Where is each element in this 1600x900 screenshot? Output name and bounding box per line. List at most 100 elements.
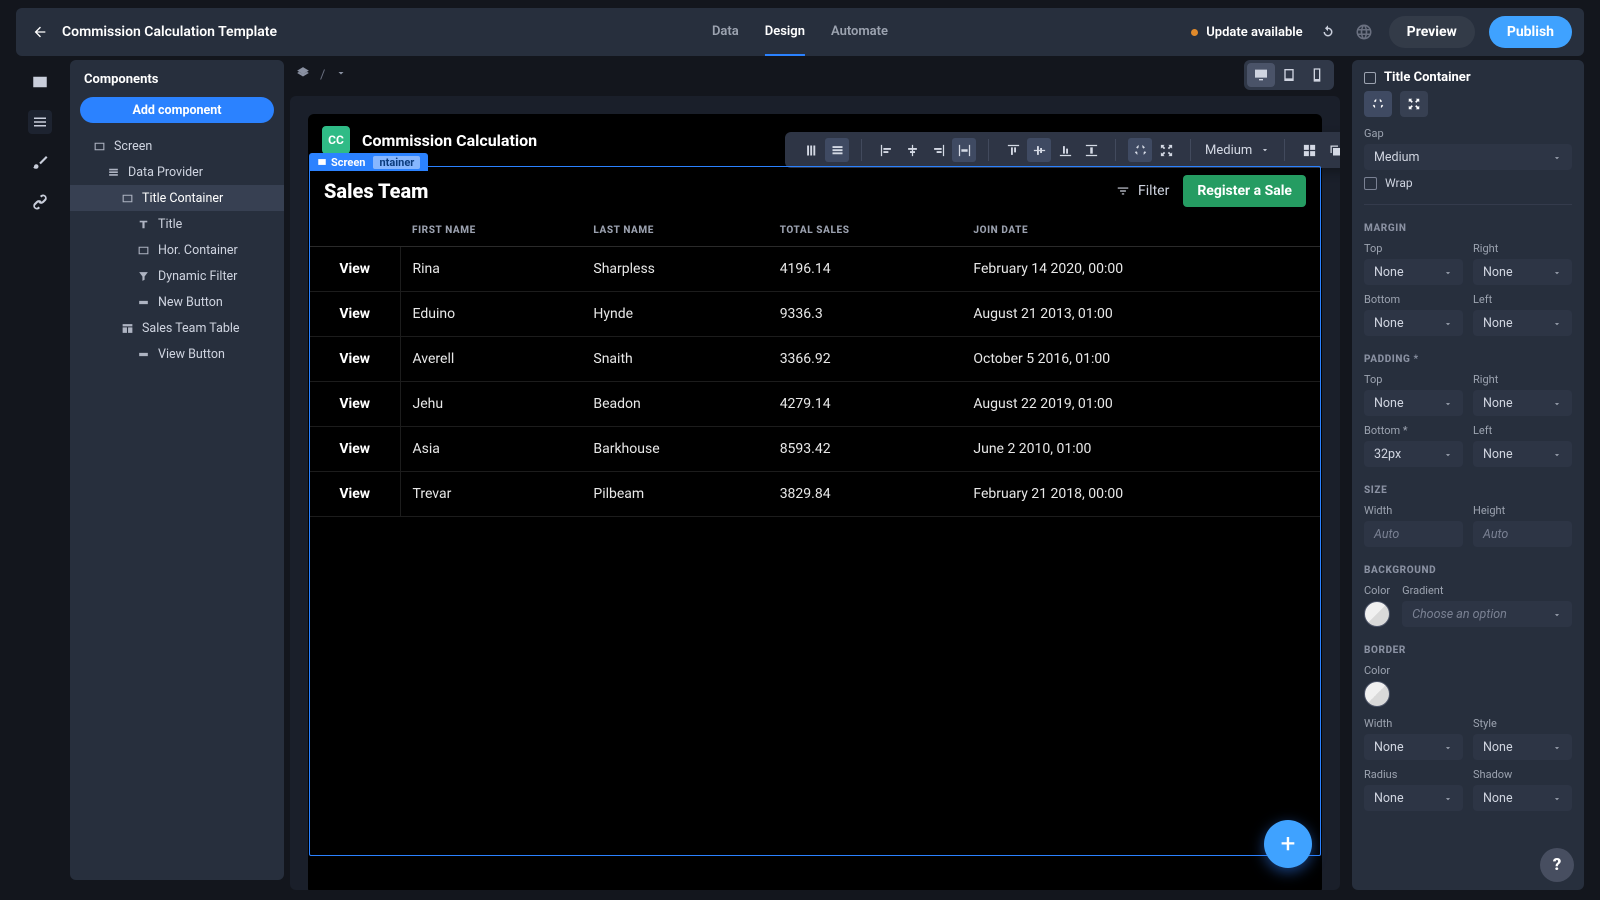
selection-tag[interactable]: Screen ntainer xyxy=(309,153,428,171)
cell-join-date: October 5 2016, 01:00 xyxy=(961,337,1320,382)
tree-node[interactable]: New Button xyxy=(70,289,284,315)
grid-button[interactable] xyxy=(1297,138,1321,162)
breadcrumb-root[interactable] xyxy=(296,66,310,84)
canvas-wrap[interactable]: CC Commission Calculation xyxy=(290,96,1340,890)
view-button[interactable]: View xyxy=(310,292,400,337)
tree-node[interactable]: Sales Team Table xyxy=(70,315,284,341)
v-align-middle-button[interactable] xyxy=(1027,138,1051,162)
border-style-select[interactable]: None xyxy=(1473,734,1572,760)
title-container[interactable]: Sales Team Filter Register a Sale xyxy=(310,167,1320,215)
padding-top-select[interactable]: None xyxy=(1364,390,1463,416)
tool-rail xyxy=(16,62,64,882)
tab-design[interactable]: Design xyxy=(765,8,805,56)
tree-node[interactable]: Title xyxy=(70,211,284,237)
gap-label: Gap xyxy=(1364,127,1572,140)
preview-button[interactable]: Preview xyxy=(1389,16,1475,48)
refresh-button[interactable] xyxy=(1317,21,1339,43)
table-row[interactable]: ViewAsiaBarkhouse8593.42June 2 2010, 01:… xyxy=(310,427,1320,472)
tree-node[interactable]: View Button xyxy=(70,341,284,367)
publish-button[interactable]: Publish xyxy=(1489,16,1572,48)
margin-left-select[interactable]: None xyxy=(1473,310,1572,336)
direction-row-button[interactable] xyxy=(799,138,823,162)
rail-theme[interactable] xyxy=(28,150,52,174)
bg-gradient-select[interactable]: Choose an option xyxy=(1402,601,1572,627)
view-button[interactable]: View xyxy=(310,337,400,382)
padding-left-label: Left xyxy=(1473,424,1572,437)
rail-screens[interactable] xyxy=(28,70,52,94)
view-button[interactable]: View xyxy=(310,247,400,292)
tab-automate[interactable]: Automate xyxy=(831,8,888,56)
v-align-bottom-button[interactable] xyxy=(1053,138,1077,162)
help-button[interactable]: ? xyxy=(1540,848,1574,882)
border-shadow-select[interactable]: None xyxy=(1473,785,1572,811)
globe-button[interactable] xyxy=(1353,21,1375,43)
tree-node[interactable]: Title Container xyxy=(70,185,284,211)
v-align-top-button[interactable] xyxy=(1001,138,1025,162)
rect-icon xyxy=(92,139,106,153)
back-button[interactable] xyxy=(28,20,52,44)
device-desktop[interactable] xyxy=(1247,63,1275,87)
table-header[interactable]: JOIN DATE xyxy=(961,215,1320,247)
selected-container[interactable]: Screen ntainer Sales Team Filter Registe… xyxy=(309,166,1321,856)
height-input[interactable]: Auto xyxy=(1473,521,1572,547)
v-align-stretch-button[interactable] xyxy=(1079,138,1103,162)
gap-select[interactable]: Medium xyxy=(1197,143,1278,158)
margin-right-select[interactable]: None xyxy=(1473,259,1572,285)
wrap-checkbox[interactable]: Wrap xyxy=(1364,176,1572,190)
update-available-label[interactable]: Update available xyxy=(1206,25,1302,40)
top-tabs: Data Design Automate xyxy=(712,8,888,56)
filter-button[interactable]: Filter xyxy=(1116,183,1169,199)
sales-team-table[interactable]: FIRST NAMELAST NAMETOTAL SALESJOIN DATEV… xyxy=(310,215,1320,517)
h-align-end-button[interactable] xyxy=(926,138,950,162)
gap-select[interactable]: Medium xyxy=(1364,144,1572,170)
table-header[interactable]: FIRST NAME xyxy=(400,215,581,247)
margin-bottom-select[interactable]: None xyxy=(1364,310,1463,336)
tree-node[interactable]: Dynamic Filter xyxy=(70,263,284,289)
breadcrumb-chevron[interactable] xyxy=(335,67,347,83)
device-mobile[interactable] xyxy=(1303,63,1331,87)
cell-last-name: Sharpless xyxy=(581,247,767,292)
margin-top-select[interactable]: None xyxy=(1364,259,1463,285)
table-row[interactable]: ViewJehuBeadon4279.14August 22 2019, 01:… xyxy=(310,382,1320,427)
columns-icon xyxy=(804,143,819,158)
width-input[interactable]: Auto xyxy=(1364,521,1463,547)
app-frame[interactable]: CC Commission Calculation xyxy=(308,114,1322,890)
padding-bottom-select[interactable]: 32px xyxy=(1364,441,1463,467)
register-sale-button[interactable]: Register a Sale xyxy=(1183,175,1306,207)
tree-node[interactable]: Hor. Container xyxy=(70,237,284,263)
duplicate-button[interactable] xyxy=(1323,138,1340,162)
table-row[interactable]: ViewTrevarPilbeam3829.84February 21 2018… xyxy=(310,472,1320,517)
tree-node[interactable]: Data Provider xyxy=(70,159,284,185)
rail-links[interactable] xyxy=(28,190,52,214)
grow-button[interactable] xyxy=(1154,138,1178,162)
h-align-center-button[interactable] xyxy=(900,138,924,162)
add-component-button[interactable]: Add component xyxy=(80,97,274,123)
view-button[interactable]: View xyxy=(310,382,400,427)
table-header[interactable]: TOTAL SALES xyxy=(768,215,962,247)
device-tablet[interactable] xyxy=(1275,63,1303,87)
floating-toolbar[interactable]: Medium xyxy=(785,132,1340,168)
direction-column-button[interactable] xyxy=(825,138,849,162)
border-color-swatch[interactable] xyxy=(1364,681,1390,707)
border-width-select[interactable]: None xyxy=(1364,734,1463,760)
view-button[interactable]: View xyxy=(310,427,400,472)
table-header[interactable]: LAST NAME xyxy=(581,215,767,247)
tab-data[interactable]: Data xyxy=(712,8,739,56)
shrink-button[interactable] xyxy=(1128,138,1152,162)
h-align-stretch-button[interactable] xyxy=(952,138,976,162)
bg-color-swatch[interactable] xyxy=(1364,601,1390,627)
fab-add-button[interactable]: + xyxy=(1264,820,1312,868)
padding-left-select[interactable]: None xyxy=(1473,441,1572,467)
grow-prop-button[interactable] xyxy=(1400,91,1428,117)
table-row[interactable]: ViewRinaSharpless4196.14February 14 2020… xyxy=(310,247,1320,292)
shrink-prop-button[interactable] xyxy=(1364,91,1392,117)
table-row[interactable]: ViewEduinoHynde9336.3August 21 2013, 01:… xyxy=(310,292,1320,337)
h-align-start-button[interactable] xyxy=(874,138,898,162)
padding-right-select[interactable]: None xyxy=(1473,390,1572,416)
tree-node[interactable]: Screen xyxy=(70,133,284,159)
view-button[interactable]: View xyxy=(310,472,400,517)
rail-components[interactable] xyxy=(28,110,52,134)
width-label: Width xyxy=(1364,504,1463,517)
border-radius-select[interactable]: None xyxy=(1364,785,1463,811)
table-row[interactable]: ViewAverellSnaith3366.92October 5 2016, … xyxy=(310,337,1320,382)
